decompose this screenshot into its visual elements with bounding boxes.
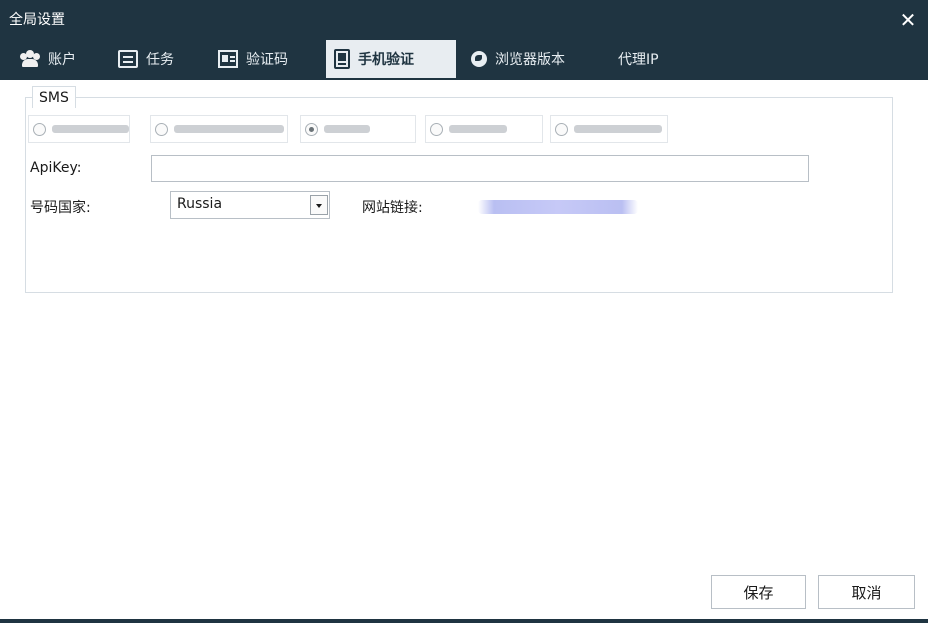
sms-group-label: SMS bbox=[32, 86, 76, 108]
save-button[interactable]: 保存 bbox=[711, 575, 806, 609]
cancel-button[interactable]: 取消 bbox=[818, 575, 915, 609]
tab-task[interactable]: 任务 bbox=[112, 40, 180, 78]
provider-label-redacted bbox=[324, 125, 370, 133]
country-label: 号码国家: bbox=[30, 200, 91, 216]
tab-captcha[interactable]: 验证码 bbox=[212, 40, 294, 78]
tab-label: 浏览器版本 bbox=[495, 52, 565, 68]
tab-browser-version[interactable]: 浏览器版本 bbox=[465, 40, 571, 78]
provider-label-redacted bbox=[174, 125, 284, 133]
radio-button-selected[interactable] bbox=[305, 122, 318, 136]
tab-label: 验证码 bbox=[246, 52, 288, 68]
tab-label: 代理IP bbox=[618, 52, 659, 68]
tab-underline bbox=[0, 78, 928, 80]
sms-provider-option-2[interactable] bbox=[150, 115, 288, 143]
globe-icon bbox=[471, 51, 487, 67]
country-select-value: Russia bbox=[177, 196, 223, 212]
country-select[interactable]: Russia bbox=[170, 191, 330, 219]
site-link-label: 网站链接: bbox=[362, 200, 423, 216]
provider-label-redacted bbox=[449, 125, 507, 133]
radio-button[interactable] bbox=[430, 122, 443, 136]
tab-label: 任务 bbox=[146, 52, 174, 68]
tab-account[interactable]: 账户 bbox=[14, 40, 82, 78]
title-bar: 全局设置 ✕ bbox=[0, 0, 928, 40]
users-icon bbox=[20, 50, 40, 68]
apikey-label: ApiKey: bbox=[30, 160, 82, 176]
site-link-redacted[interactable] bbox=[478, 200, 638, 214]
bottom-border bbox=[0, 619, 928, 623]
sms-provider-option-5[interactable] bbox=[550, 115, 668, 143]
sms-provider-option-3[interactable] bbox=[300, 115, 416, 143]
sms-provider-option-1[interactable] bbox=[28, 115, 130, 143]
phone-doc-icon bbox=[334, 49, 350, 69]
tab-bar: 账户 任务 验证码 手机验证 浏览器版本 代理IP bbox=[0, 40, 928, 78]
tab-label: 账户 bbox=[48, 52, 76, 68]
sms-provider-option-4[interactable] bbox=[425, 115, 543, 143]
radio-button[interactable] bbox=[33, 122, 46, 136]
close-button[interactable]: ✕ bbox=[898, 10, 918, 30]
tab-label: 手机验证 bbox=[358, 52, 414, 68]
chevron-down-icon[interactable] bbox=[310, 195, 328, 215]
radio-button[interactable] bbox=[555, 122, 568, 136]
provider-label-redacted bbox=[52, 125, 129, 133]
id-card-icon bbox=[218, 50, 238, 68]
tab-phone-verify[interactable]: 手机验证 bbox=[326, 40, 456, 78]
card-icon bbox=[118, 50, 138, 68]
tab-proxy-ip[interactable]: 代理IP bbox=[612, 40, 665, 78]
radio-button[interactable] bbox=[155, 122, 168, 136]
apikey-input[interactable] bbox=[151, 155, 809, 182]
provider-label-redacted bbox=[574, 125, 662, 133]
window-title: 全局设置 bbox=[9, 12, 65, 28]
